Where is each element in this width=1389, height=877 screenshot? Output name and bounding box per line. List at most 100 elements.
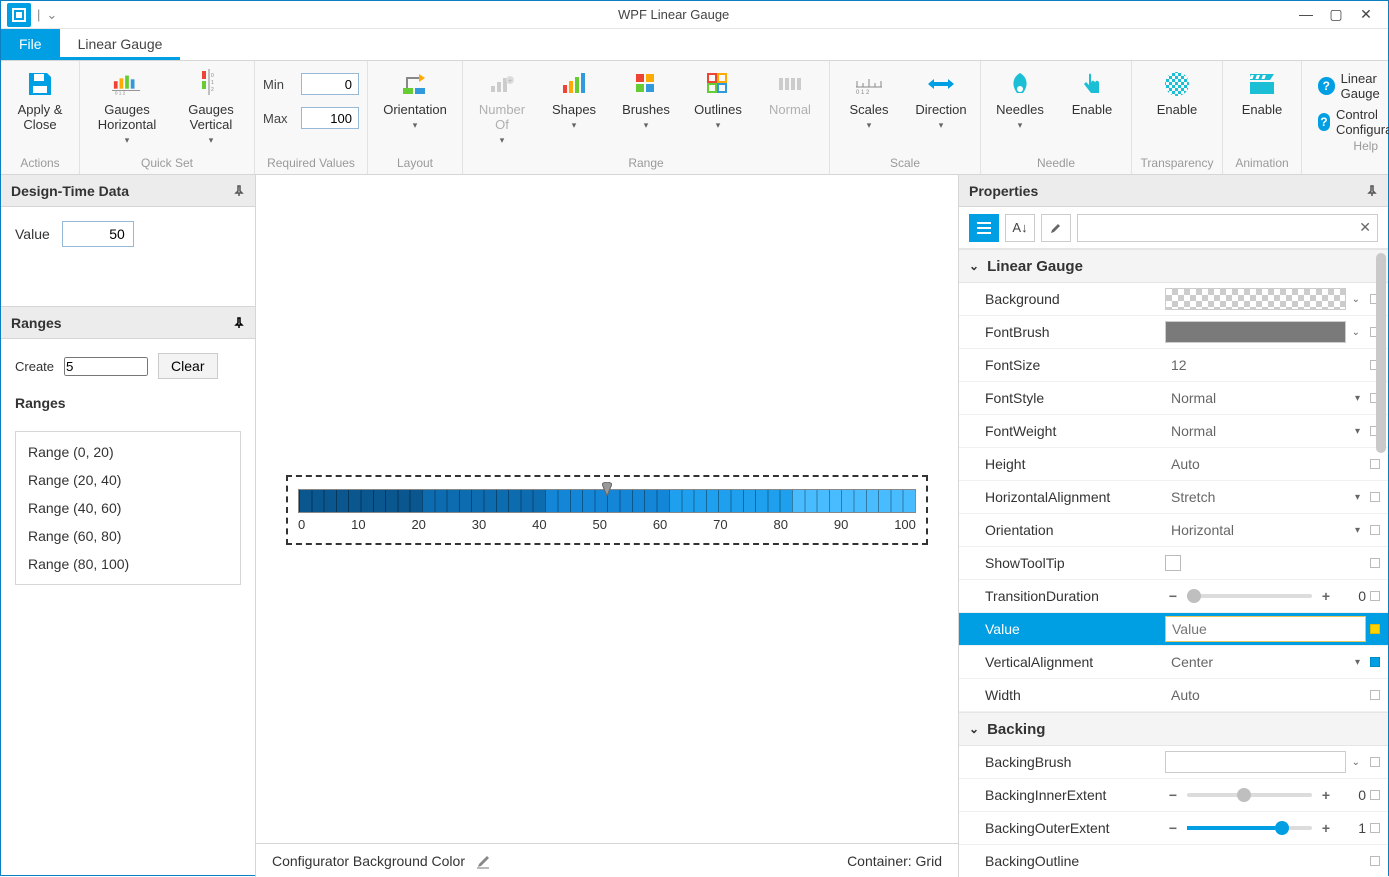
- clear-button[interactable]: Clear: [158, 353, 217, 379]
- checkbox[interactable]: [1165, 555, 1181, 571]
- chevron-down-icon: ▾: [88, 135, 166, 145]
- prop-backing-outline[interactable]: BackingOutline: [959, 845, 1388, 877]
- create-count-input[interactable]: [64, 357, 148, 376]
- ranges-subtitle: Ranges: [15, 395, 241, 411]
- list-item[interactable]: Range (0, 20): [16, 438, 240, 466]
- minus-button[interactable]: −: [1165, 787, 1181, 803]
- prop-fontbrush[interactable]: FontBrush⌄: [959, 316, 1388, 349]
- number-of-icon: +: [487, 69, 517, 99]
- direction-button[interactable]: Direction▾: [910, 65, 972, 135]
- view-brush-button[interactable]: [1041, 214, 1071, 242]
- pin-icon[interactable]: [233, 185, 245, 197]
- prop-background[interactable]: Background⌄: [959, 283, 1388, 316]
- chevron-down-icon: ▾: [915, 120, 966, 130]
- list-item[interactable]: Range (20, 40): [16, 466, 240, 494]
- svg-text:1: 1: [211, 80, 214, 86]
- needles-button[interactable]: Needles▾: [989, 65, 1051, 135]
- design-time-value-input[interactable]: [62, 221, 134, 247]
- apply-close-button[interactable]: Apply & Close: [9, 65, 71, 135]
- save-icon: [25, 69, 55, 99]
- brushes-button[interactable]: Brushes▾: [615, 65, 677, 135]
- slider[interactable]: [1187, 826, 1312, 830]
- ribbon-group-scale: 0 1 2 Scales▾ Direction▾ Scale: [830, 61, 981, 174]
- shapes-button[interactable]: Shapes▾: [543, 65, 605, 135]
- properties-scroll[interactable]: ⌄Linear Gauge Background⌄ FontBrush⌄ Fon…: [959, 249, 1388, 877]
- help-linear-gauge-link[interactable]: ?Linear Gauge: [1318, 71, 1389, 101]
- list-item[interactable]: Range (40, 60): [16, 494, 240, 522]
- tab-linear-gauge[interactable]: Linear Gauge: [60, 29, 181, 60]
- prop-value[interactable]: Value: [959, 613, 1388, 646]
- needle-enable-button[interactable]: Enable: [1061, 65, 1123, 135]
- ribbon-group-label: Range: [471, 154, 821, 172]
- clapperboard-icon: [1247, 69, 1277, 99]
- outlines-icon: [703, 69, 733, 99]
- transparency-enable-button[interactable]: Enable: [1140, 65, 1214, 135]
- gauge-selection[interactable]: 0102030405060708090100: [286, 475, 928, 545]
- normal-button: Normal: [759, 65, 821, 135]
- pin-icon[interactable]: [1366, 185, 1378, 197]
- number-of-button: + Number Of▾: [471, 65, 533, 145]
- list-item[interactable]: Range (60, 80): [16, 522, 240, 550]
- gauge-needle: [602, 482, 612, 496]
- outlines-button[interactable]: Outlines▾: [687, 65, 749, 135]
- qat-customize-dropdown[interactable]: ⌄: [40, 7, 63, 23]
- category-linear-gauge[interactable]: ⌄Linear Gauge: [959, 249, 1388, 283]
- svg-text:0: 0: [211, 73, 214, 79]
- slider[interactable]: [1187, 594, 1312, 598]
- max-input[interactable]: [301, 107, 359, 129]
- prop-backing-inner-extent[interactable]: BackingInnerExtent−+0: [959, 779, 1388, 812]
- close-button[interactable]: ✕: [1354, 6, 1378, 23]
- plus-button[interactable]: +: [1318, 820, 1334, 836]
- min-input[interactable]: [301, 73, 359, 95]
- prop-horizontal-alignment[interactable]: HorizontalAlignmentStretch▾: [959, 481, 1388, 514]
- scrollbar-thumb[interactable]: [1376, 253, 1386, 453]
- chevron-down-icon: ▾: [849, 120, 888, 130]
- ribbon-group-animation: Enable Animation: [1223, 61, 1302, 174]
- brushes-icon: [631, 69, 661, 99]
- ribbon-group-label: Actions: [9, 154, 71, 172]
- pin-icon[interactable]: [233, 317, 245, 329]
- plus-button[interactable]: +: [1318, 588, 1334, 604]
- scales-button[interactable]: 0 1 2 Scales▾: [838, 65, 900, 135]
- prop-transition-duration[interactable]: TransitionDuration−+0: [959, 580, 1388, 613]
- chevron-down-icon: ▾: [694, 120, 742, 130]
- chevron-down-icon: ▾: [996, 120, 1044, 130]
- prop-height[interactable]: HeightAuto: [959, 448, 1388, 481]
- max-label: Max: [263, 111, 295, 126]
- prop-showtooltip[interactable]: ShowToolTip: [959, 547, 1388, 580]
- brush-icon[interactable]: [475, 852, 493, 870]
- gauges-vertical-button[interactable]: 012 Gauges Vertical▾: [176, 65, 246, 145]
- ribbon-group-label: Animation: [1231, 154, 1293, 172]
- minus-button[interactable]: −: [1165, 820, 1181, 836]
- prop-width[interactable]: WidthAuto: [959, 679, 1388, 712]
- ranges-list: Range (0, 20) Range (20, 40) Range (40, …: [15, 431, 241, 585]
- panel-header-design-time-data: Design-Time Data: [1, 175, 255, 207]
- clear-search-icon[interactable]: ✕: [1359, 219, 1371, 236]
- prop-backing-outer-extent[interactable]: BackingOuterExtent−+1: [959, 812, 1388, 845]
- tab-file[interactable]: File: [1, 29, 60, 60]
- list-item[interactable]: Range (80, 100): [16, 550, 240, 578]
- ribbon-tabstrip: File Linear Gauge: [1, 29, 1388, 61]
- view-alphabetical-button[interactable]: A↓: [1005, 214, 1035, 242]
- slider[interactable]: [1187, 793, 1312, 797]
- prop-fontsize[interactable]: FontSize12: [959, 349, 1388, 382]
- prop-orientation[interactable]: OrientationHorizontal▾: [959, 514, 1388, 547]
- view-categorized-button[interactable]: [969, 214, 999, 242]
- min-label: Min: [263, 77, 295, 92]
- help-control-configurator-link[interactable]: ?Control Configurator: [1318, 107, 1389, 137]
- prop-backing-brush[interactable]: BackingBrush⌄: [959, 746, 1388, 779]
- prop-vertical-alignment[interactable]: VerticalAlignmentCenter▾: [959, 646, 1388, 679]
- orientation-button[interactable]: Orientation▾: [376, 65, 454, 135]
- value-input[interactable]: [1165, 616, 1366, 642]
- animation-enable-button[interactable]: Enable: [1231, 65, 1293, 135]
- minimize-button[interactable]: —: [1294, 6, 1318, 23]
- transparency-icon: [1162, 69, 1192, 99]
- minus-button[interactable]: −: [1165, 588, 1181, 604]
- prop-fontstyle[interactable]: FontStyleNormal▾: [959, 382, 1388, 415]
- gauges-horizontal-button[interactable]: 0 1 2 Gauges Horizontal▾: [88, 65, 166, 145]
- prop-fontweight[interactable]: FontWeightNormal▾: [959, 415, 1388, 448]
- category-backing[interactable]: ⌄Backing: [959, 712, 1388, 746]
- plus-button[interactable]: +: [1318, 787, 1334, 803]
- maximize-button[interactable]: ▢: [1324, 6, 1348, 23]
- properties-search-input[interactable]: ✕: [1077, 214, 1378, 242]
